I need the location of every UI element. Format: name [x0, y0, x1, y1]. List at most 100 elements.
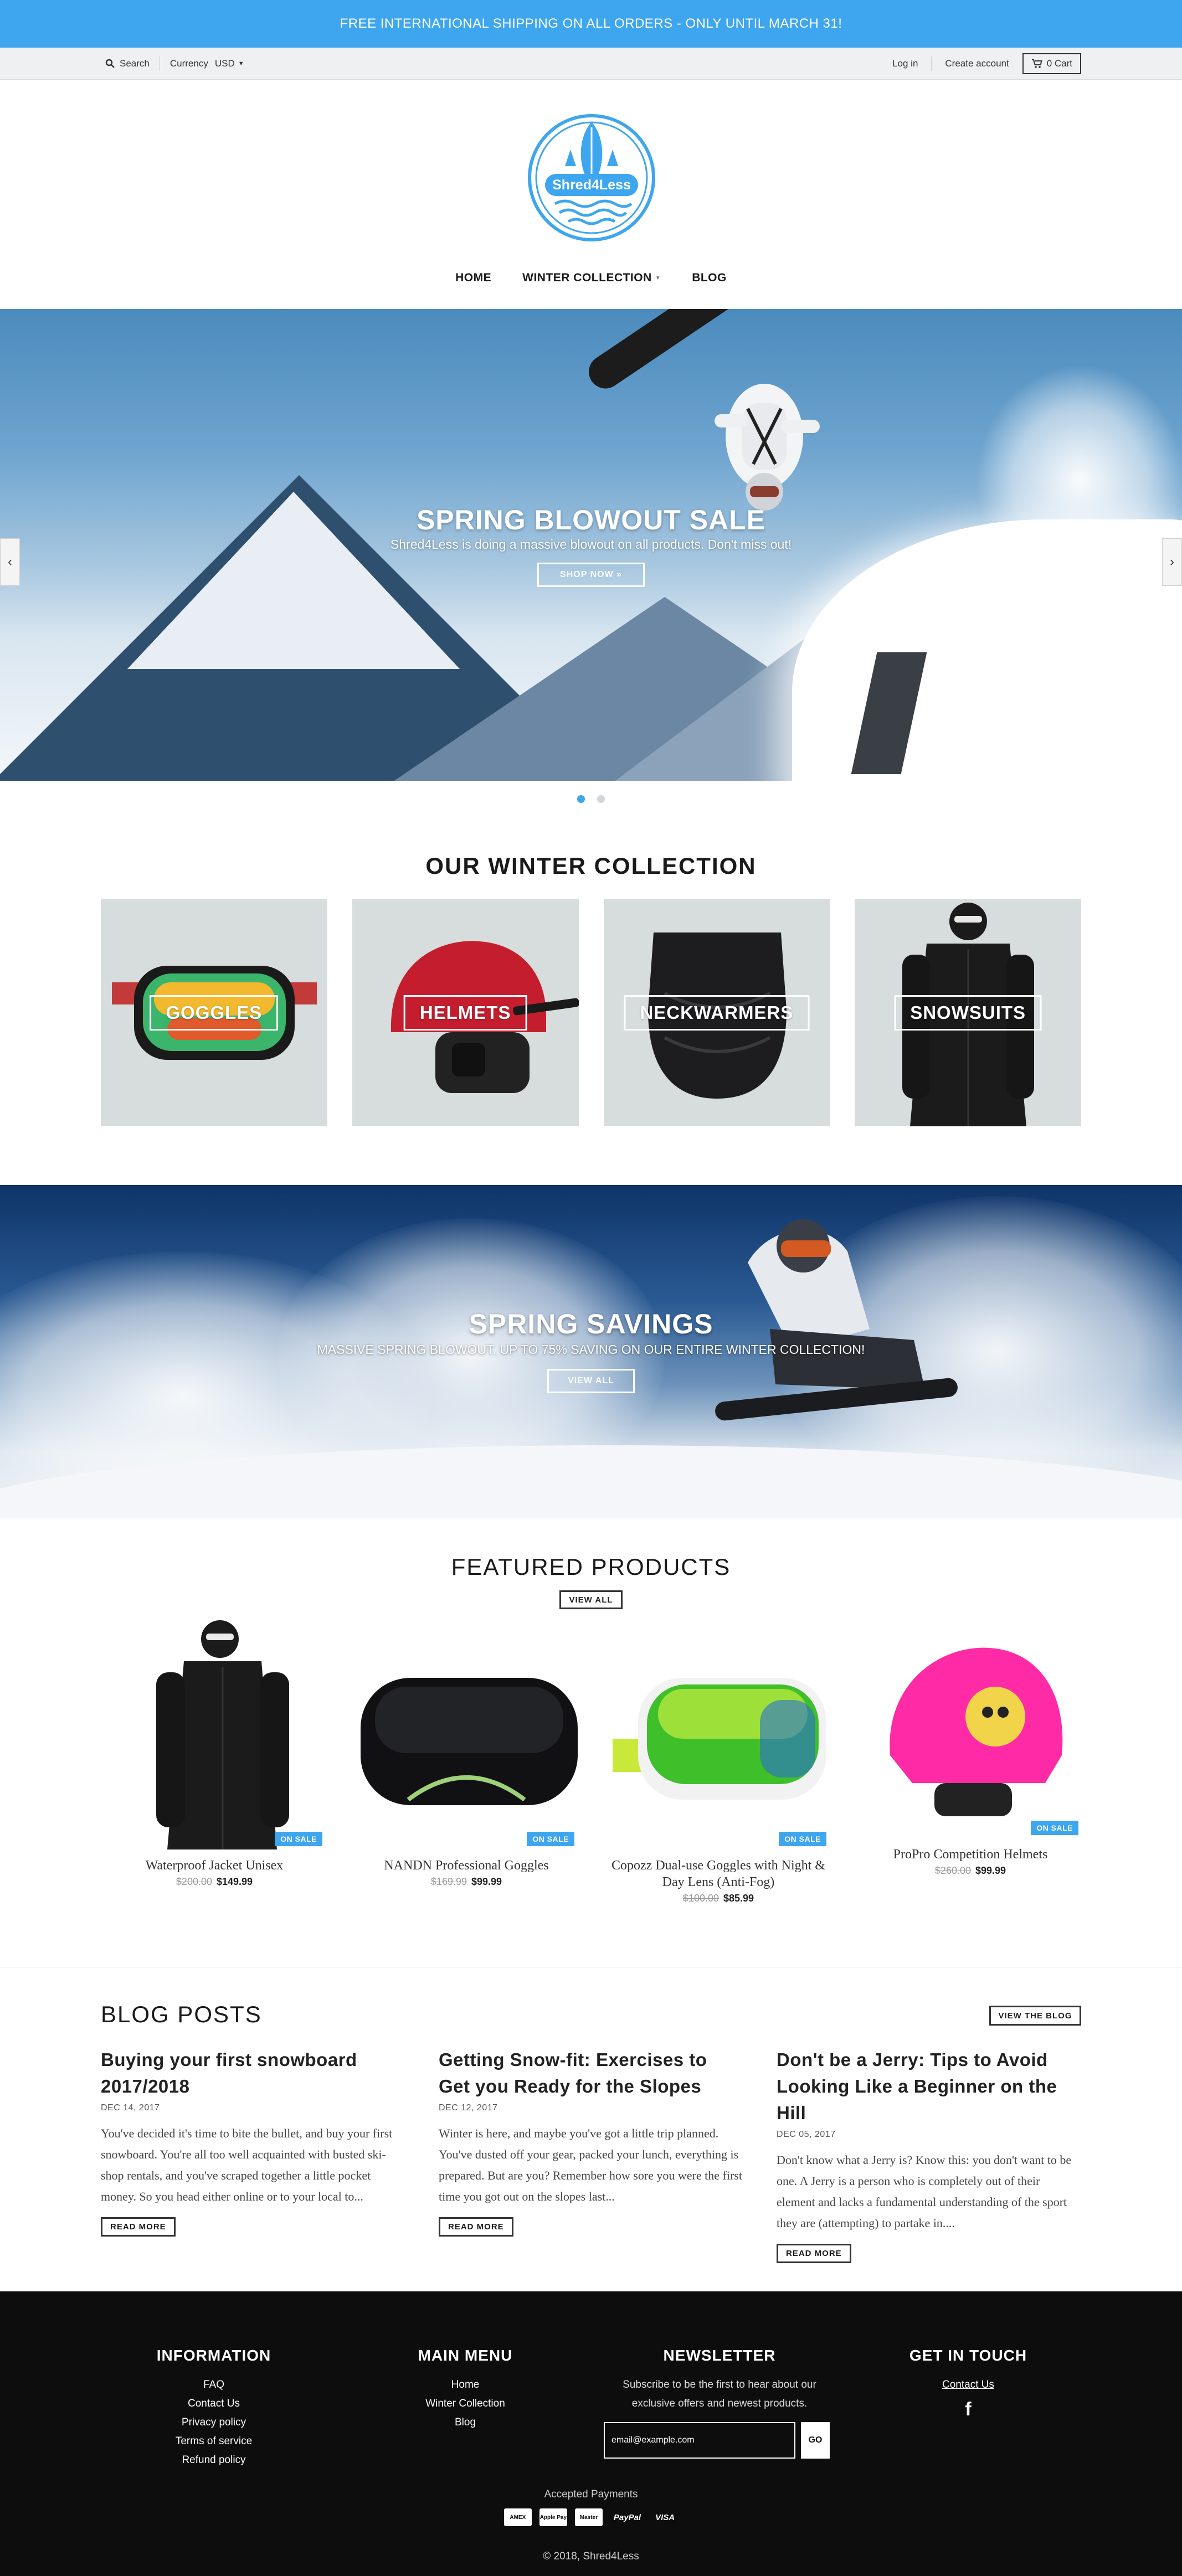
currency-value: USD: [214, 58, 235, 69]
product-card[interactable]: ON SALE Copozz Dual-use Goggles with Nig…: [605, 1617, 832, 1904]
product-price: $169.99 $99.99: [353, 1876, 580, 1888]
currency-label: Currency: [169, 58, 208, 69]
blog-title: BLOG POSTS: [101, 2001, 262, 2027]
chevron-down-icon: ▼: [238, 60, 244, 67]
search-label: Search: [120, 58, 150, 69]
post-title[interactable]: Getting Snow-fit: Exercises to Get you R…: [439, 2047, 743, 2100]
product-name[interactable]: Waterproof Jacket Unisex: [101, 1857, 328, 1874]
featured-title: FEATURED PRODUCTS: [451, 1554, 731, 1580]
product-image: ON SALE: [605, 1617, 832, 1849]
paypal-icon: PayPal: [613, 2512, 641, 2522]
sale-badge: ON SALE: [527, 1832, 574, 1846]
post-excerpt: Don't know what a Jerry is? Know this: y…: [777, 2153, 1072, 2230]
collection-card-neckwarmers[interactable]: NECKWARMERS: [603, 899, 830, 1126]
footer-newsletter: NEWSLETTER Subscribe to be the first to …: [600, 2347, 839, 2413]
sale-badge: ON SALE: [1031, 1821, 1078, 1835]
newsletter-submit-button[interactable]: GO: [801, 2422, 830, 2459]
footer-link-terms[interactable]: Terms of service: [97, 2432, 330, 2451]
collection-card-snowsuits[interactable]: SNOWSUITS: [855, 899, 1081, 1126]
product-card[interactable]: ON SALE Waterproof Jacket Unisex $200.00…: [101, 1617, 328, 1904]
old-price: $169.99: [430, 1876, 467, 1887]
post-title[interactable]: Don't be a Jerry: Tips to Avoid Looking …: [777, 2047, 1081, 2126]
post-title[interactable]: Buying your first snowboard 2017/2018: [101, 2047, 405, 2100]
footer-link-faq[interactable]: FAQ: [97, 2376, 330, 2394]
search-link[interactable]: Search: [105, 58, 150, 69]
hero-slideshow: SPRING BLOWOUT SALE Shred4Less is doing …: [0, 309, 1182, 781]
product-name[interactable]: ProPro Competition Helmets: [857, 1846, 1084, 1863]
facebook-icon[interactable]: f: [852, 2400, 1085, 2419]
footer-link-privacy[interactable]: Privacy policy: [97, 2413, 330, 2432]
product-price: $200.00 $149.99: [101, 1876, 328, 1888]
create-account-link[interactable]: Create account: [945, 58, 1009, 69]
collection-label-goggles: GOGGLES: [150, 995, 279, 1031]
footer-link-winter-collection[interactable]: Winter Collection: [349, 2394, 582, 2413]
collection-title: OUR WINTER COLLECTION: [425, 853, 757, 879]
post-excerpt: You've decided it's time to bite the bul…: [101, 2126, 393, 2203]
footer-info-title: INFORMATION: [156, 2347, 271, 2364]
sale-price: $99.99: [975, 1865, 1006, 1876]
view-blog-button[interactable]: VIEW THE BLOG: [989, 2006, 1081, 2026]
cart-label: 0 Cart: [1046, 58, 1072, 69]
product-card[interactable]: ON SALE NANDN Professional Goggles $169.…: [353, 1617, 580, 1904]
chevron-right-icon: ›: [1170, 554, 1174, 569]
product-card[interactable]: ON SALE ProPro Competition Helmets $260.…: [857, 1617, 1084, 1904]
read-more-button[interactable]: READ MORE: [777, 2244, 851, 2263]
post-excerpt: Winter is here, and maybe you've got a l…: [439, 2126, 742, 2203]
search-icon: [105, 59, 115, 68]
announcement-bar: FREE INTERNATIONAL SHIPPING ON ALL ORDER…: [0, 0, 1182, 48]
footer-link-contact[interactable]: Contact Us: [97, 2394, 330, 2413]
product-name[interactable]: Copozz Dual-use Goggles with Night & Day…: [605, 1857, 832, 1890]
site-logo[interactable]: Shred4Less: [526, 109, 657, 247]
blog-post: Getting Snow-fit: Exercises to Get you R…: [439, 2047, 743, 2263]
product-price: $100.00 $85.99: [605, 1893, 832, 1904]
nav-winter-label: WINTER COLLECTION: [522, 271, 652, 284]
copyright: © 2018, Shred4Less: [543, 2551, 639, 2562]
currency-select[interactable]: USD ▼: [215, 58, 244, 69]
old-price: $200.00: [176, 1876, 212, 1887]
old-price: $260.00: [934, 1865, 971, 1876]
sale-price: $99.99: [471, 1876, 502, 1887]
chevron-left-icon: ‹: [8, 554, 12, 569]
slide-next-button[interactable]: ›: [1162, 538, 1182, 586]
nav-blog[interactable]: BLOG: [692, 271, 727, 285]
slide-dot-1[interactable]: [577, 795, 585, 803]
apple-pay-icon: Apple Pay: [539, 2508, 567, 2526]
footer-link-refund[interactable]: Refund policy: [97, 2451, 330, 2470]
footer-contact-link[interactable]: Contact Us: [852, 2376, 1085, 2394]
nav-home[interactable]: HOME: [455, 271, 491, 285]
collection-label-helmets: HELMETS: [403, 995, 527, 1031]
shop-now-button[interactable]: SHOP NOW »: [537, 563, 645, 587]
product-image: ON SALE: [857, 1617, 1084, 1838]
footer-contact-title: GET IN TOUCH: [909, 2347, 1027, 2364]
post-date: DEC 05, 2017: [777, 2130, 836, 2139]
slide-dots: [0, 795, 1182, 803]
collection-card-goggles[interactable]: GOGGLES: [101, 899, 327, 1126]
post-date: DEC 12, 2017: [439, 2103, 498, 2113]
slide-prev-button[interactable]: ‹: [0, 538, 20, 586]
collection-card-helmets[interactable]: HELMETS: [352, 899, 579, 1126]
logo-graphic: Shred4Less: [528, 114, 655, 241]
newsletter-email-input[interactable]: email@example.com: [604, 2422, 795, 2459]
savings-view-all-button[interactable]: VIEW ALL: [547, 1369, 635, 1393]
featured-view-all-button[interactable]: VIEW ALL: [559, 1590, 623, 1609]
newsletter-text: Subscribe to be the first to hear about …: [623, 2379, 816, 2409]
post-date: DEC 14, 2017: [101, 2103, 160, 2113]
sale-price: $85.99: [723, 1893, 754, 1904]
product-name[interactable]: NANDN Professional Goggles: [353, 1857, 580, 1874]
visa-icon: VISA: [655, 2512, 675, 2522]
nav-winter-collection[interactable]: WINTER COLLECTION ▼: [522, 271, 661, 285]
slide-dot-2[interactable]: [597, 795, 605, 803]
footer-menu-title: MAIN MENU: [418, 2347, 513, 2364]
footer-link-home[interactable]: Home: [349, 2376, 582, 2394]
utility-bar: Search Currency USD ▼ Log in Create acco…: [0, 48, 1182, 80]
footer-main-menu: MAIN MENU Home Winter Collection Blog: [349, 2347, 582, 2432]
product-price: $260.00 $99.99: [857, 1865, 1084, 1877]
footer-link-blog[interactable]: Blog: [349, 2413, 582, 2432]
cart-button[interactable]: 0 Cart: [1022, 53, 1081, 74]
read-more-button[interactable]: READ MORE: [101, 2217, 176, 2237]
read-more-button[interactable]: READ MORE: [439, 2217, 513, 2237]
sale-badge: ON SALE: [275, 1832, 322, 1846]
cart-icon: [1031, 59, 1042, 68]
blog-posts: Buying your first snowboard 2017/2018 DE…: [101, 2047, 1081, 2263]
login-link[interactable]: Log in: [892, 58, 918, 69]
